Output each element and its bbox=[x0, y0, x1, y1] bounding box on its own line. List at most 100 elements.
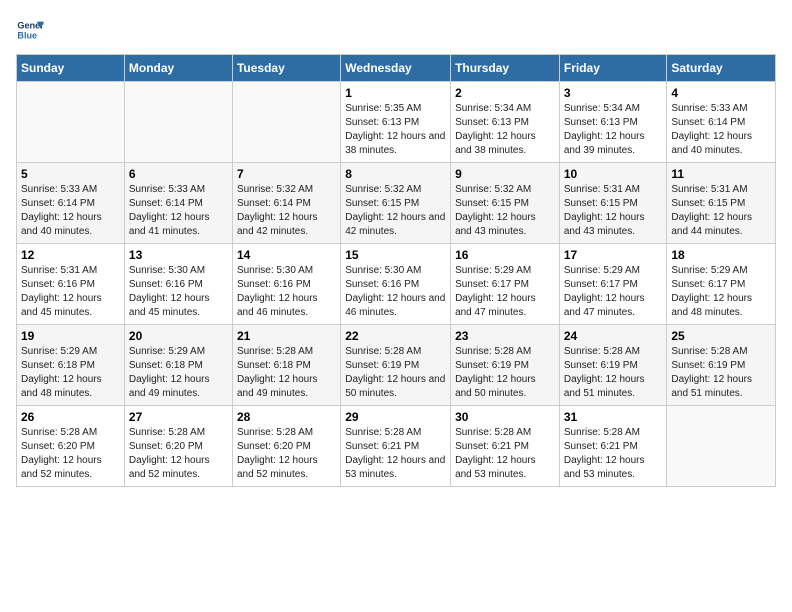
calendar-cell: 13Sunrise: 5:30 AMSunset: 6:16 PMDayligh… bbox=[124, 244, 232, 325]
calendar-cell: 15Sunrise: 5:30 AMSunset: 6:16 PMDayligh… bbox=[341, 244, 451, 325]
calendar-cell: 23 Sunrise: 5:28 AMSunset: 6:19 PMDayligh… bbox=[451, 325, 560, 406]
day-info: Sunrise: 5:31 AMSunset: 6:16 PMDaylight:… bbox=[21, 264, 120, 320]
day-number: 7 bbox=[237, 167, 336, 181]
day-info: Sunrise: 5:34 AMSunset: 6:13 PMDaylight:… bbox=[564, 102, 663, 158]
calendar-week-row: 19Sunrise: 5:29 AMSunset: 6:18 PMDayligh… bbox=[17, 325, 776, 406]
logo-icon: General Blue bbox=[16, 16, 44, 44]
day-number: 23 bbox=[455, 329, 555, 343]
day-info: Sunrise: 5:28 AMSunset: 6:19 PMDaylight:… bbox=[345, 345, 446, 401]
day-info: Sunrise: 5:28 AMSunset: 6:21 PMDaylight:… bbox=[564, 426, 663, 482]
day-number: 27 bbox=[129, 410, 228, 424]
calendar-week-row: 1 Sunrise: 5:35 AMSunset: 6:13 PMDaylight… bbox=[17, 82, 776, 163]
calendar-cell: 24 Sunrise: 5:28 AMSunset: 6:19 PMDayligh… bbox=[559, 325, 667, 406]
calendar-cell: 22 Sunrise: 5:28 AMSunset: 6:19 PMDayligh… bbox=[341, 325, 451, 406]
day-info: Sunrise: 5:28 AMSunset: 6:21 PMDaylight:… bbox=[345, 426, 446, 482]
calendar-cell: 4Sunrise: 5:33 AMSunset: 6:14 PMDaylight… bbox=[667, 82, 776, 163]
day-info: Sunrise: 5:28 AMSunset: 6:18 PMDaylight:… bbox=[237, 345, 336, 401]
day-number: 17 bbox=[564, 248, 663, 262]
day-info: Sunrise: 5:29 AMSunset: 6:17 PMDaylight:… bbox=[455, 264, 555, 320]
day-header: Saturday bbox=[667, 55, 776, 82]
calendar-cell: 25 Sunrise: 5:28 AMSunset: 6:19 PMDayligh… bbox=[667, 325, 776, 406]
day-number: 3 bbox=[564, 86, 663, 100]
calendar-cell: 17 Sunrise: 5:29 AMSunset: 6:17 PMDayligh… bbox=[559, 244, 667, 325]
calendar-cell: 1 Sunrise: 5:35 AMSunset: 6:13 PMDaylight… bbox=[341, 82, 451, 163]
header-row: SundayMondayTuesdayWednesdayThursdayFrid… bbox=[17, 55, 776, 82]
calendar-week-row: 12 Sunrise: 5:31 AMSunset: 6:16 PMDayligh… bbox=[17, 244, 776, 325]
day-number: 30 bbox=[455, 410, 555, 424]
day-number: 26 bbox=[21, 410, 120, 424]
day-number: 5 bbox=[21, 167, 120, 181]
day-number: 1 bbox=[345, 86, 446, 100]
day-info: Sunrise: 5:33 AMSunset: 6:14 PMDaylight:… bbox=[21, 183, 120, 239]
day-header: Wednesday bbox=[341, 55, 451, 82]
day-number: 15 bbox=[345, 248, 446, 262]
calendar-cell bbox=[667, 406, 776, 487]
calendar-cell: 7Sunrise: 5:32 AMSunset: 6:14 PMDaylight… bbox=[232, 163, 340, 244]
calendar-week-row: 5 Sunrise: 5:33 AMSunset: 6:14 PMDaylight… bbox=[17, 163, 776, 244]
day-number: 25 bbox=[671, 329, 771, 343]
calendar-cell: 14 Sunrise: 5:30 AMSunset: 6:16 PMDayligh… bbox=[232, 244, 340, 325]
calendar-cell: 20Sunrise: 5:29 AMSunset: 6:18 PMDayligh… bbox=[124, 325, 232, 406]
svg-text:Blue: Blue bbox=[17, 30, 37, 40]
day-info: Sunrise: 5:29 AMSunset: 6:17 PMDaylight:… bbox=[564, 264, 663, 320]
day-number: 10 bbox=[564, 167, 663, 181]
day-number: 16 bbox=[455, 248, 555, 262]
day-info: Sunrise: 5:34 AMSunset: 6:13 PMDaylight:… bbox=[455, 102, 555, 158]
day-header: Sunday bbox=[17, 55, 125, 82]
day-number: 18 bbox=[671, 248, 771, 262]
day-number: 2 bbox=[455, 86, 555, 100]
calendar-cell: 16 Sunrise: 5:29 AMSunset: 6:17 PMDayligh… bbox=[451, 244, 560, 325]
day-number: 31 bbox=[564, 410, 663, 424]
day-header: Thursday bbox=[451, 55, 560, 82]
day-info: Sunrise: 5:28 AMSunset: 6:19 PMDaylight:… bbox=[564, 345, 663, 401]
day-header: Tuesday bbox=[232, 55, 340, 82]
day-number: 9 bbox=[455, 167, 555, 181]
calendar-cell: 5 Sunrise: 5:33 AMSunset: 6:14 PMDaylight… bbox=[17, 163, 125, 244]
day-number: 11 bbox=[671, 167, 771, 181]
calendar-cell: 8 Sunrise: 5:32 AMSunset: 6:15 PMDaylight… bbox=[341, 163, 451, 244]
day-number: 22 bbox=[345, 329, 446, 343]
calendar-cell: 12 Sunrise: 5:31 AMSunset: 6:16 PMDayligh… bbox=[17, 244, 125, 325]
calendar-cell: 19Sunrise: 5:29 AMSunset: 6:18 PMDayligh… bbox=[17, 325, 125, 406]
logo: General Blue bbox=[16, 16, 48, 44]
day-number: 14 bbox=[237, 248, 336, 262]
calendar-cell: 29Sunrise: 5:28 AMSunset: 6:21 PMDayligh… bbox=[341, 406, 451, 487]
day-number: 24 bbox=[564, 329, 663, 343]
calendar-cell: 10 Sunrise: 5:31 AMSunset: 6:15 PMDayligh… bbox=[559, 163, 667, 244]
day-number: 6 bbox=[129, 167, 228, 181]
day-info: Sunrise: 5:32 AMSunset: 6:15 PMDaylight:… bbox=[455, 183, 555, 239]
calendar-table: SundayMondayTuesdayWednesdayThursdayFrid… bbox=[16, 54, 776, 487]
calendar-cell: 2 Sunrise: 5:34 AMSunset: 6:13 PMDaylight… bbox=[451, 82, 560, 163]
day-info: Sunrise: 5:30 AMSunset: 6:16 PMDaylight:… bbox=[237, 264, 336, 320]
calendar-cell: 21 Sunrise: 5:28 AMSunset: 6:18 PMDayligh… bbox=[232, 325, 340, 406]
calendar-cell: 9 Sunrise: 5:32 AMSunset: 6:15 PMDaylight… bbox=[451, 163, 560, 244]
day-number: 12 bbox=[21, 248, 120, 262]
calendar-cell: 28Sunrise: 5:28 AMSunset: 6:20 PMDayligh… bbox=[232, 406, 340, 487]
calendar-cell: 31 Sunrise: 5:28 AMSunset: 6:21 PMDayligh… bbox=[559, 406, 667, 487]
day-info: Sunrise: 5:28 AMSunset: 6:21 PMDaylight:… bbox=[455, 426, 555, 482]
day-info: Sunrise: 5:29 AMSunset: 6:18 PMDaylight:… bbox=[21, 345, 120, 401]
day-info: Sunrise: 5:32 AMSunset: 6:15 PMDaylight:… bbox=[345, 183, 446, 239]
day-header: Friday bbox=[559, 55, 667, 82]
day-number: 21 bbox=[237, 329, 336, 343]
day-info: Sunrise: 5:35 AMSunset: 6:13 PMDaylight:… bbox=[345, 102, 446, 158]
calendar-cell bbox=[17, 82, 125, 163]
day-header: Monday bbox=[124, 55, 232, 82]
day-info: Sunrise: 5:29 AMSunset: 6:18 PMDaylight:… bbox=[129, 345, 228, 401]
day-info: Sunrise: 5:33 AMSunset: 6:14 PMDaylight:… bbox=[129, 183, 228, 239]
day-info: Sunrise: 5:29 AMSunset: 6:17 PMDaylight:… bbox=[671, 264, 771, 320]
day-info: Sunrise: 5:28 AMSunset: 6:19 PMDaylight:… bbox=[671, 345, 771, 401]
day-info: Sunrise: 5:28 AMSunset: 6:20 PMDaylight:… bbox=[21, 426, 120, 482]
calendar-cell: 18 Sunrise: 5:29 AMSunset: 6:17 PMDayligh… bbox=[667, 244, 776, 325]
calendar-cell: 27 Sunrise: 5:28 AMSunset: 6:20 PMDayligh… bbox=[124, 406, 232, 487]
day-info: Sunrise: 5:28 AMSunset: 6:19 PMDaylight:… bbox=[455, 345, 555, 401]
day-info: Sunrise: 5:33 AMSunset: 6:14 PMDaylight:… bbox=[671, 102, 771, 158]
day-info: Sunrise: 5:28 AMSunset: 6:20 PMDaylight:… bbox=[237, 426, 336, 482]
calendar-cell: 26 Sunrise: 5:28 AMSunset: 6:20 PMDayligh… bbox=[17, 406, 125, 487]
page-header: General Blue bbox=[16, 16, 776, 44]
day-number: 8 bbox=[345, 167, 446, 181]
day-number: 13 bbox=[129, 248, 228, 262]
day-info: Sunrise: 5:31 AMSunset: 6:15 PMDaylight:… bbox=[564, 183, 663, 239]
calendar-cell: 3 Sunrise: 5:34 AMSunset: 6:13 PMDaylight… bbox=[559, 82, 667, 163]
day-info: Sunrise: 5:28 AMSunset: 6:20 PMDaylight:… bbox=[129, 426, 228, 482]
